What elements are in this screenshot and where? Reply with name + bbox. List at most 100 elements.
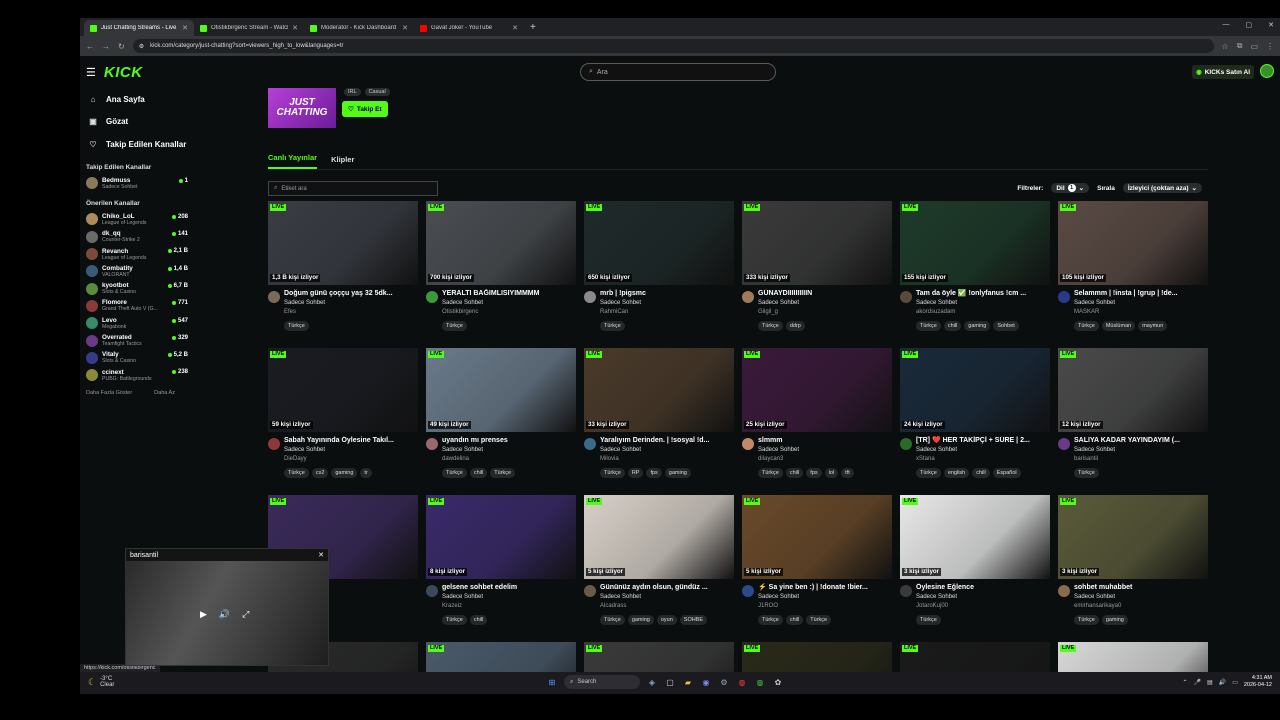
user-avatar[interactable] [1260,64,1274,78]
bookmark-star-icon[interactable]: ☆ [1222,42,1229,51]
stream-category[interactable]: Sadece Sohbet [442,593,570,602]
stream-tag[interactable]: chill [469,468,488,478]
channel-name[interactable]: Milovia [600,455,728,464]
weather-widget[interactable]: ☾ -3°C Clear [88,676,114,688]
stream-category[interactable]: Sadece Sohbet [284,299,412,308]
stream-category[interactable]: Sadece Sohbet [442,299,570,308]
windows-start-icon[interactable]: ⊞ [546,676,558,688]
chevron-up-icon[interactable]: ⌃ [1183,679,1188,686]
stream-tag[interactable]: SOHBE [679,615,708,625]
search-input[interactable]: ⌕ Ara [580,63,776,81]
channel-name[interactable]: JotaroKuj00 [916,602,1044,611]
stream-thumbnail[interactable]: LIVE 49 kişi izliyor [426,348,576,432]
sidebar-channel[interactable]: Chiko_LoL League of Legends 208 [86,211,198,228]
channel-name[interactable]: emirhansarikaya0 [1074,602,1202,611]
channel-name[interactable]: DieDayy [284,455,412,464]
stream-title[interactable]: Gününüz aydın olsun, gündüz ... [600,583,728,593]
stream-tag[interactable]: Español [992,468,1021,478]
stream-tag[interactable]: Türkçe [758,468,783,478]
sidebar-channel[interactable]: dk_qq Counter-Strike 2 141 [86,228,198,245]
stream-thumbnail[interactable]: LIVE 59 kişi izliyor [268,348,418,432]
stream-thumbnail[interactable]: LIVE [1058,642,1208,672]
stream-title[interactable]: Öylesine Eğlence [916,583,1044,593]
stream-card[interactable]: LIVE 12 kişi izliyor SALIYA KADAR YAYINDAY… [1058,348,1208,478]
stream-tag[interactable]: gaming [627,615,654,625]
channel-avatar[interactable] [900,438,912,450]
channel-avatar[interactable] [1058,291,1070,303]
mini-player[interactable]: barisantil ✕ ▶ 🔊 ⤢ [125,548,329,666]
stream-thumbnail[interactable]: LIVE 25 kişi izliyor [742,348,892,432]
volume-icon[interactable]: 🔊 [1219,679,1226,686]
close-window-icon[interactable]: ✕ [1268,21,1274,29]
stream-card[interactable]: LIVE 5 kişi izliyor ⚡ Sa yine ben :) | !do… [742,495,892,625]
stream-tag[interactable]: tr [360,468,372,478]
stream-tag[interactable]: lol [824,468,839,478]
stream-tag[interactable]: tft [841,468,854,478]
channel-avatar[interactable] [584,291,596,303]
channel-avatar[interactable] [742,291,754,303]
stream-card[interactable]: LIVE 5 kişi izliyor Gününüz aydın olsun, g… [584,495,734,625]
sidebar-nav-item[interactable]: ♡ Takip Edilen Kanallar [86,133,198,156]
channel-name[interactable]: barisantil [1074,455,1202,464]
stream-title[interactable]: YERALTI BAĞIMLISIYIMMMM [442,289,570,299]
channel-avatar[interactable] [268,438,280,450]
stream-thumbnail[interactable]: LIVE 5 kişi izliyor [584,495,734,579]
language-filter[interactable]: Dil 1 ⌄ [1051,183,1090,193]
stream-tag[interactable]: Türkçe [1074,615,1099,625]
stream-tag[interactable]: gaming [1101,615,1128,625]
stream-tag[interactable]: Türkçe [916,615,941,625]
stream-tag[interactable]: Sohbet [993,321,1019,331]
close-icon[interactable]: ✕ [182,24,188,32]
channel-avatar[interactable] [742,438,754,450]
stream-tag[interactable]: Türkçe [442,468,467,478]
stream-thumbnail[interactable]: LIVE 8 kişi izliyor [426,495,576,579]
stream-title[interactable]: Doğum günü çoççu yaş 32 5dk... [284,289,412,299]
new-tab-icon[interactable]: + [530,22,536,33]
stream-thumbnail[interactable]: LIVE 1,3 B kişi izliyor [268,201,418,285]
category-tag[interactable]: Casual [364,88,390,96]
stream-category[interactable]: Sadece Sohbet [1074,446,1202,455]
stream-category[interactable]: Sadece Sohbet [916,593,1044,602]
chrome-icon[interactable]: ◍ [736,676,748,688]
stream-tag[interactable]: ddrp [785,321,805,331]
stream-title[interactable]: slmmm [758,436,886,446]
stream-tag[interactable]: RP [627,468,644,478]
copilot-icon[interactable]: ◈ [646,676,658,688]
stream-card[interactable]: LIVE [1058,642,1208,672]
stream-card[interactable]: LIVE 1,3 B kişi izliyor Doğum günü çoççu y… [268,201,418,331]
minimize-icon[interactable]: — [1223,21,1230,29]
browser-tab[interactable]: Moderator - Kick Dashboard ✕ [304,20,414,36]
chrome-active-icon[interactable]: ◍ [754,676,766,688]
stream-thumbnail[interactable]: LIVE 105 kişi izliyor [1058,201,1208,285]
channel-name[interactable]: xStana [916,455,1044,464]
close-icon[interactable]: ✕ [318,551,324,559]
sidebar-channel[interactable]: kyootbot Slots & Casino 6,7 B [86,280,198,297]
stream-title[interactable]: Selammm | !insta | !grup | !de... [1074,289,1202,299]
buy-kicks-button[interactable]: ◉ KICKs Satın Al [1192,65,1254,79]
back-icon[interactable]: ← [86,42,94,51]
stream-category[interactable]: Sadece Sohbet [758,446,886,455]
volume-icon[interactable]: 🔊 [219,609,230,620]
stream-card[interactable]: LIVE 105 kişi izliyor Selammm | !insta | !… [1058,201,1208,331]
close-icon[interactable]: ✕ [292,24,298,32]
task-view-icon[interactable]: ▢ [664,676,676,688]
stream-thumbnail[interactable]: LIVE 5 kişi izliyor [742,495,892,579]
stream-tag[interactable]: Türkçe [758,321,783,331]
stream-thumbnail[interactable]: LIVE 650 kişi izliyor [584,201,734,285]
stream-tag[interactable]: chill [972,468,990,478]
stream-title[interactable]: Tam da öyle ✅ !onlyfanus !cm ... [916,289,1044,299]
browser-tab[interactable]: Just Chatting Streams - Live ✕ [84,20,194,36]
stream-title[interactable]: Yaralıyım Derinden. | !sosyal !d... [600,436,728,446]
channel-avatar[interactable] [426,291,438,303]
stream-tag[interactable]: Türkçe [806,615,832,625]
sidebar-channel[interactable]: Vitaly Slots & Casino 5,2 B [86,349,198,366]
channel-name[interactable]: MASKAR [1074,308,1202,317]
play-icon[interactable]: ▶ [200,609,207,620]
stream-thumbnail[interactable]: LIVE [584,642,734,672]
stream-tag[interactable]: chill [469,615,488,625]
battery-icon[interactable]: ▭ [1232,679,1238,686]
stream-title[interactable]: sohbet muhabbet [1074,583,1202,593]
stream-card[interactable]: LIVE 49 kişi izliyor uyandın mı prenses Sad… [426,348,576,478]
site-info-icon[interactable]: ⚙ [139,43,144,50]
show-more-link[interactable]: Daha Fazla Göster [86,390,132,396]
